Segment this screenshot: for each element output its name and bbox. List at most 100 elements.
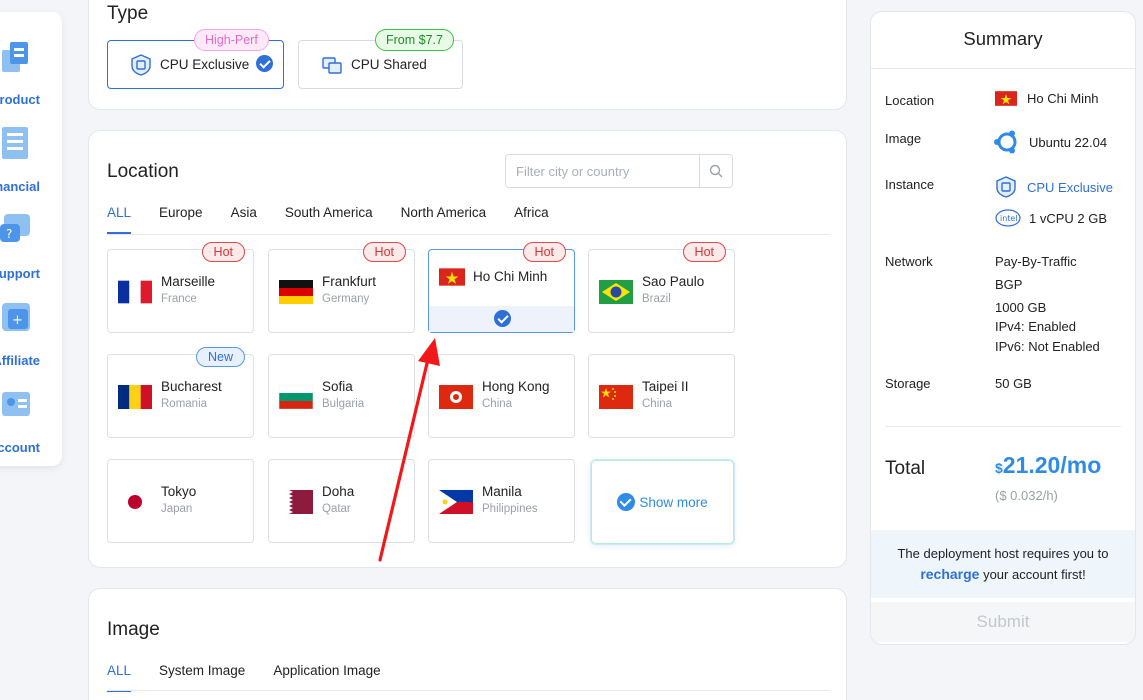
cpu-exclusive-label: CPU Exclusive [160, 57, 250, 72]
tab-application-image[interactable]: Application Image [273, 663, 380, 692]
location-country: Qatar [322, 503, 351, 515]
summary-divider [871, 68, 1135, 69]
location-filter-input[interactable] [506, 155, 699, 187]
hot-badge: Hot [682, 242, 726, 262]
nav-item-product[interactable]: Product [0, 34, 62, 114]
location-label: Location [885, 93, 935, 108]
nav-label-product: Product [0, 92, 40, 107]
price-currency: $ [995, 460, 1003, 476]
location-ho-chi-minh[interactable]: Hot Ho Chi Minh [428, 242, 575, 333]
location-tabs: ALL Europe Asia South America North Amer… [107, 205, 577, 234]
location-sao-paulo[interactable]: Hot Sao Paulo Brazil [588, 242, 735, 333]
tab-image-all[interactable]: ALL [107, 663, 132, 692]
new-badge: New [195, 347, 245, 367]
location-bucharest[interactable]: New Bucharest Romania [107, 347, 254, 438]
instance-type-text: CPU Exclusive [1027, 179, 1113, 195]
svg-text:?: ? [6, 227, 12, 241]
network-value-4: IPv6: Not Enabled [995, 339, 1100, 354]
nav-item-financial[interactable]: Financial [0, 121, 62, 201]
tab-asia[interactable]: Asia [231, 205, 257, 234]
flag-vietnam-icon [995, 91, 1017, 106]
tab-north-america[interactable]: North America [401, 205, 487, 234]
flag-china-icon [599, 385, 633, 409]
total-label: Total [885, 458, 926, 479]
total-divider [885, 426, 1121, 427]
location-city: Sofia [322, 379, 353, 394]
location-country: Brazil [642, 293, 671, 305]
location-sofia[interactable]: Sofia Bulgaria [268, 354, 415, 438]
image-tabs: ALL System Image Application Image [107, 663, 409, 692]
image-title: Image [107, 619, 160, 640]
flag-romania-icon [118, 385, 152, 409]
selected-check-icon [494, 310, 511, 327]
show-more-button[interactable]: Show more [590, 459, 735, 545]
instance-label: Instance [885, 177, 935, 192]
location-hong-kong[interactable]: Hong Kong China [428, 354, 575, 438]
location-country: China [642, 398, 673, 410]
tab-south-america[interactable]: South America [285, 205, 373, 234]
network-value-1: BGP [995, 277, 1023, 292]
notice-text: The deployment host requires you to [897, 546, 1109, 561]
nav-item-account[interactable]: Account [0, 382, 62, 462]
location-taipei-ii[interactable]: Taipei II China [588, 354, 735, 438]
location-city: Ho Chi Minh [473, 269, 548, 284]
summary-title: Summary [963, 28, 1043, 49]
nav-item-support[interactable]: ? Support [0, 208, 62, 288]
financial-icon [2, 127, 28, 159]
hot-badge: Hot [522, 242, 566, 262]
location-tokyo[interactable]: Tokyo Japan [107, 459, 254, 543]
network-label: Network [885, 254, 933, 269]
type-card: Type High-Perf CPU Exclusive From $7.7 C… [88, 0, 847, 110]
affiliate-icon: + [2, 303, 30, 331]
location-frankfurt[interactable]: Hot Frankfurt Germany [268, 242, 415, 333]
location-value: Ho Chi Minh [995, 91, 1099, 106]
location-manila[interactable]: Manila Philippines [428, 459, 575, 543]
image-label: Image [885, 131, 922, 146]
submit-button[interactable]: Submit [871, 602, 1135, 642]
location-filter [505, 154, 733, 188]
tab-europe[interactable]: Europe [159, 205, 203, 234]
recharge-link[interactable]: recharge [920, 566, 979, 582]
nav-item-affiliate[interactable]: + Affiliate [0, 295, 62, 375]
notice-text-post: your account first! [979, 567, 1086, 582]
tab-system-image[interactable]: System Image [159, 663, 245, 692]
cpu-exclusive-icon [131, 53, 151, 76]
from-price-badge: From $7.7 [375, 29, 454, 51]
location-country: France [161, 293, 197, 305]
cpu-shared-icon [322, 56, 342, 74]
price-hourly: ($ 0.032/h) [995, 488, 1058, 503]
hot-badge: Hot [362, 242, 406, 262]
image-value: Ubuntu 22.04 [994, 128, 1107, 156]
image-card: Image ALL System Image Application Image [88, 588, 847, 700]
location-country: Germany [322, 293, 370, 305]
location-marseille[interactable]: Hot Marseille France [107, 242, 254, 333]
instance-type: CPU Exclusive [995, 176, 1113, 198]
tab-all[interactable]: ALL [107, 205, 132, 234]
ubuntu-icon [994, 130, 1017, 154]
location-city: Manila [482, 484, 522, 499]
check-circle-icon [617, 493, 636, 511]
location-value-text: Ho Chi Minh [1027, 91, 1099, 106]
location-country: Bulgaria [322, 398, 365, 410]
network-value-3: IPv4: Enabled [995, 319, 1076, 334]
selected-bar [429, 306, 574, 332]
search-button[interactable] [699, 155, 732, 187]
location-city: Tokyo [161, 484, 197, 499]
type-option-cpu-shared[interactable]: From $7.7 CPU Shared [298, 29, 463, 89]
location-city: Frankfurt [322, 274, 377, 289]
location-doha[interactable]: Doha Qatar [268, 459, 415, 543]
flag-vietnam-icon [439, 268, 465, 286]
image-tabs-divider [107, 690, 830, 691]
flag-bulgaria-icon [279, 385, 313, 409]
selected-check-icon [256, 55, 273, 72]
flag-france-icon [118, 280, 152, 304]
hot-badge: Hot [201, 242, 245, 262]
type-option-cpu-exclusive[interactable]: High-Perf CPU Exclusive [107, 29, 284, 89]
svg-text:+: + [12, 313, 23, 328]
tab-africa[interactable]: Africa [514, 205, 549, 234]
cpu-shared-label: CPU Shared [351, 57, 427, 72]
intel-icon: intel [995, 209, 1021, 227]
price-amount: 21.20/mo [1002, 452, 1102, 478]
nav-label-account: Account [0, 440, 40, 455]
flag-qatar-icon [279, 490, 313, 514]
